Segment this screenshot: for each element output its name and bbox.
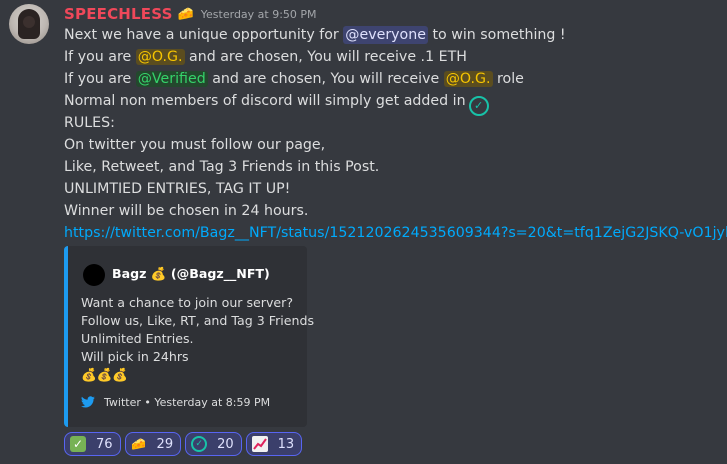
embed-description-line: Follow us, Like, RT, and Tag 3 Friends <box>81 313 315 328</box>
reaction-bar: ✓ 76 🧀 29 ✓ 20 13 <box>64 432 306 456</box>
reaction-check[interactable]: ✓ 76 <box>64 432 121 456</box>
reaction-count: 20 <box>217 436 234 452</box>
timestamp[interactable]: Yesterday at 9:50 PM <box>201 8 317 21</box>
teal-check-circle-icon: ✓ <box>191 436 208 452</box>
text: Next we have a unique opportunity for <box>64 27 344 43</box>
text: and are chosen, You will receive .1 ETH <box>184 49 467 65</box>
message-line: Like, Retweet, and Tag 3 Friends in this… <box>64 159 380 175</box>
twitter-bird-icon <box>81 396 95 408</box>
embed-author[interactable]: Bagz 💰 (@Bagz__NFT) <box>112 266 270 282</box>
embed-author-avatar[interactable] <box>83 264 105 286</box>
text: and are chosen, You will receive <box>207 71 444 87</box>
reaction-teal-check[interactable]: ✓ 20 <box>185 432 242 456</box>
verified-role-mention[interactable]: @Verified <box>135 71 208 87</box>
reaction-count: 76 <box>96 436 113 452</box>
twitter-link[interactable]: https://twitter.com/Bagz__NFT/status/152… <box>64 224 727 242</box>
check-circle-icon: ✓ <box>468 96 489 116</box>
twitter-embed: Bagz 💰 (@Bagz__NFT) Want a chance to joi… <box>64 246 314 427</box>
message-line: Winner will be chosen in 24 hours. <box>64 203 309 219</box>
embed-footer: Twitter • Yesterday at 8:59 PM <box>81 394 270 410</box>
message-line: Normal non members of discord will simpl… <box>64 92 489 116</box>
embed-footer-text: Twitter • Yesterday at 8:59 PM <box>104 395 271 409</box>
cheese-wedge-icon: 🧀 <box>131 437 147 451</box>
embed-description-line: Want a chance to join our server? <box>81 295 294 310</box>
message-line: Next we have a unique opportunity for @e… <box>64 26 566 44</box>
text: to win something ! <box>427 27 566 43</box>
message-line: On twitter you must follow our page, <box>64 137 326 153</box>
reaction-chart[interactable]: 13 <box>245 432 303 456</box>
og-role-mention[interactable]: @O.G. <box>135 49 185 65</box>
text: role <box>492 71 524 87</box>
author-avatar[interactable] <box>9 4 49 44</box>
message-header: SPEECHLESS 🧀 Yesterday at 9:50 PM <box>64 4 317 24</box>
text: Normal non members of discord will simpl… <box>64 93 466 109</box>
money-bag-emojis: 💰💰💰 <box>81 367 129 382</box>
reaction-count: 29 <box>156 436 174 452</box>
reaction-cheese[interactable]: 🧀 29 <box>124 432 182 456</box>
everyone-mention[interactable]: @everyone <box>343 26 428 44</box>
message-line: RULES: <box>64 115 115 131</box>
text: If you are <box>64 49 136 65</box>
avatar-face <box>23 16 35 28</box>
message-line: If you are @O.G. and are chosen, You wil… <box>64 48 467 66</box>
cheese-badge-icon: 🧀 <box>177 6 194 22</box>
og-role-mention[interactable]: @O.G. <box>443 71 493 87</box>
text: If you are <box>64 71 136 87</box>
username[interactable]: SPEECHLESS <box>64 5 173 23</box>
embed-description-line: Will pick in 24hrs <box>81 349 189 364</box>
white-check-mark-icon: ✓ <box>70 436 86 452</box>
chart-increasing-icon <box>251 436 268 452</box>
message-line: If you are @Verified and are chosen, You… <box>64 70 524 88</box>
embed-description-line: Unlimited Entries. <box>81 331 194 346</box>
reaction-count: 13 <box>277 436 295 452</box>
message-line: UNLIMTIED ENTRIES, TAG IT UP! <box>64 181 291 197</box>
